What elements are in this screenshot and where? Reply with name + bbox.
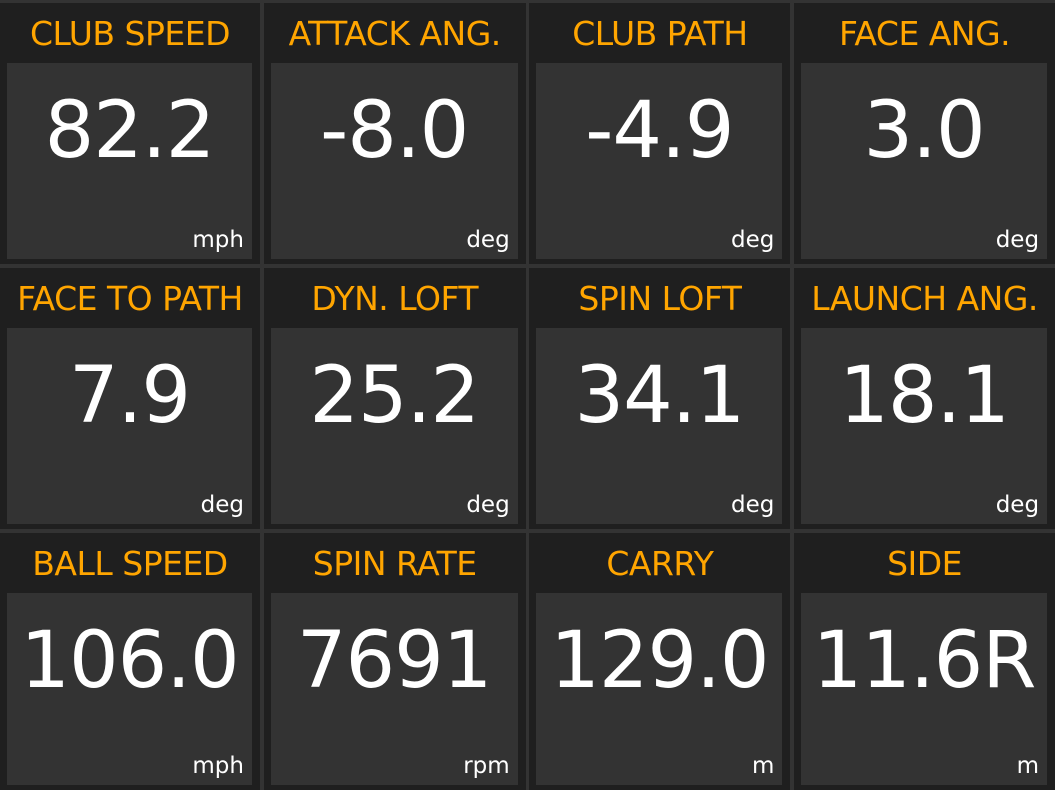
- metrics-grid: CLUB SPEED 82.2 mph ATTACK ANG. -8.0 deg…: [0, 3, 1055, 790]
- tile-club-speed: CLUB SPEED 82.2 mph: [0, 3, 260, 264]
- metric-label: BALL SPEED: [32, 543, 228, 583]
- metric-unit: deg: [466, 492, 510, 518]
- metric-panel: -4.9 deg: [536, 63, 783, 259]
- tile-side: SIDE 11.6R m: [794, 533, 1055, 790]
- metric-value: 82.2: [44, 86, 216, 176]
- metric-value: 106.0: [20, 616, 239, 706]
- metric-panel: 34.1 deg: [536, 328, 783, 524]
- metric-unit: m: [1016, 753, 1040, 779]
- metric-panel: 7691 rpm: [270, 593, 518, 785]
- metric-unit: m: [751, 753, 775, 779]
- metric-label: SPIN RATE: [312, 543, 477, 583]
- metric-unit: mph: [192, 227, 244, 253]
- metric-value: 18.1: [839, 351, 1010, 441]
- metric-label: FACE TO PATH: [17, 278, 243, 318]
- metric-label: ATTACK ANG.: [288, 13, 502, 53]
- metric-label: CLUB PATH: [572, 13, 748, 53]
- tile-spin-loft: SPIN LOFT 34.1 deg: [529, 268, 791, 529]
- metric-unit: deg: [995, 227, 1040, 253]
- metric-unit: deg: [200, 492, 244, 518]
- metric-panel: 25.2 deg: [270, 328, 518, 524]
- tile-launch-angle: LAUNCH ANG. 18.1 deg: [794, 268, 1055, 529]
- metric-panel: 3.0 deg: [801, 63, 1048, 259]
- metric-unit: deg: [731, 492, 775, 518]
- metric-unit: mph: [192, 753, 244, 779]
- metric-unit: deg: [466, 227, 510, 253]
- metric-value: -8.0: [320, 86, 469, 176]
- tile-face-angle: FACE ANG. 3.0 deg: [794, 3, 1055, 264]
- tile-carry: CARRY 129.0 m: [529, 533, 791, 790]
- metric-value: 3.0: [863, 86, 986, 176]
- tile-ball-speed: BALL SPEED 106.0 mph: [0, 533, 260, 790]
- metric-label: DYN. LOFT: [311, 278, 479, 318]
- metric-label: FACE ANG.: [838, 13, 1011, 53]
- metric-panel: 82.2 mph: [7, 63, 252, 259]
- tile-face-to-path: FACE TO PATH 7.9 deg: [0, 268, 260, 529]
- metric-label: LAUNCH ANG.: [811, 278, 1038, 318]
- metric-value: 7.9: [68, 351, 191, 441]
- metric-unit: rpm: [463, 753, 510, 779]
- metric-panel: 7.9 deg: [7, 328, 252, 524]
- metric-label: SIDE: [887, 543, 963, 583]
- metric-value: 34.1: [574, 351, 746, 441]
- tile-dynamic-loft: DYN. LOFT 25.2 deg: [263, 268, 526, 529]
- metric-label: CARRY: [606, 543, 714, 583]
- metric-value: 129.0: [550, 616, 769, 706]
- metric-panel: 18.1 deg: [801, 328, 1048, 524]
- metric-panel: 129.0 m: [536, 593, 783, 785]
- metric-value: 7691: [296, 616, 493, 706]
- tile-spin-rate: SPIN RATE 7691 rpm: [263, 533, 526, 790]
- metric-panel: -8.0 deg: [270, 63, 518, 259]
- metric-unit: deg: [731, 227, 775, 253]
- tile-attack-angle: ATTACK ANG. -8.0 deg: [263, 3, 526, 264]
- metric-panel: 106.0 mph: [7, 593, 252, 785]
- metric-value: 11.6R: [812, 616, 1037, 706]
- tile-club-path: CLUB PATH -4.9 deg: [529, 3, 791, 264]
- metric-unit: deg: [995, 492, 1040, 518]
- metric-label: CLUB SPEED: [29, 13, 231, 53]
- metric-value: -4.9: [585, 86, 734, 176]
- metric-label: SPIN LOFT: [578, 278, 742, 318]
- metric-value: 25.2: [309, 351, 480, 441]
- metric-panel: 11.6R m: [801, 593, 1048, 785]
